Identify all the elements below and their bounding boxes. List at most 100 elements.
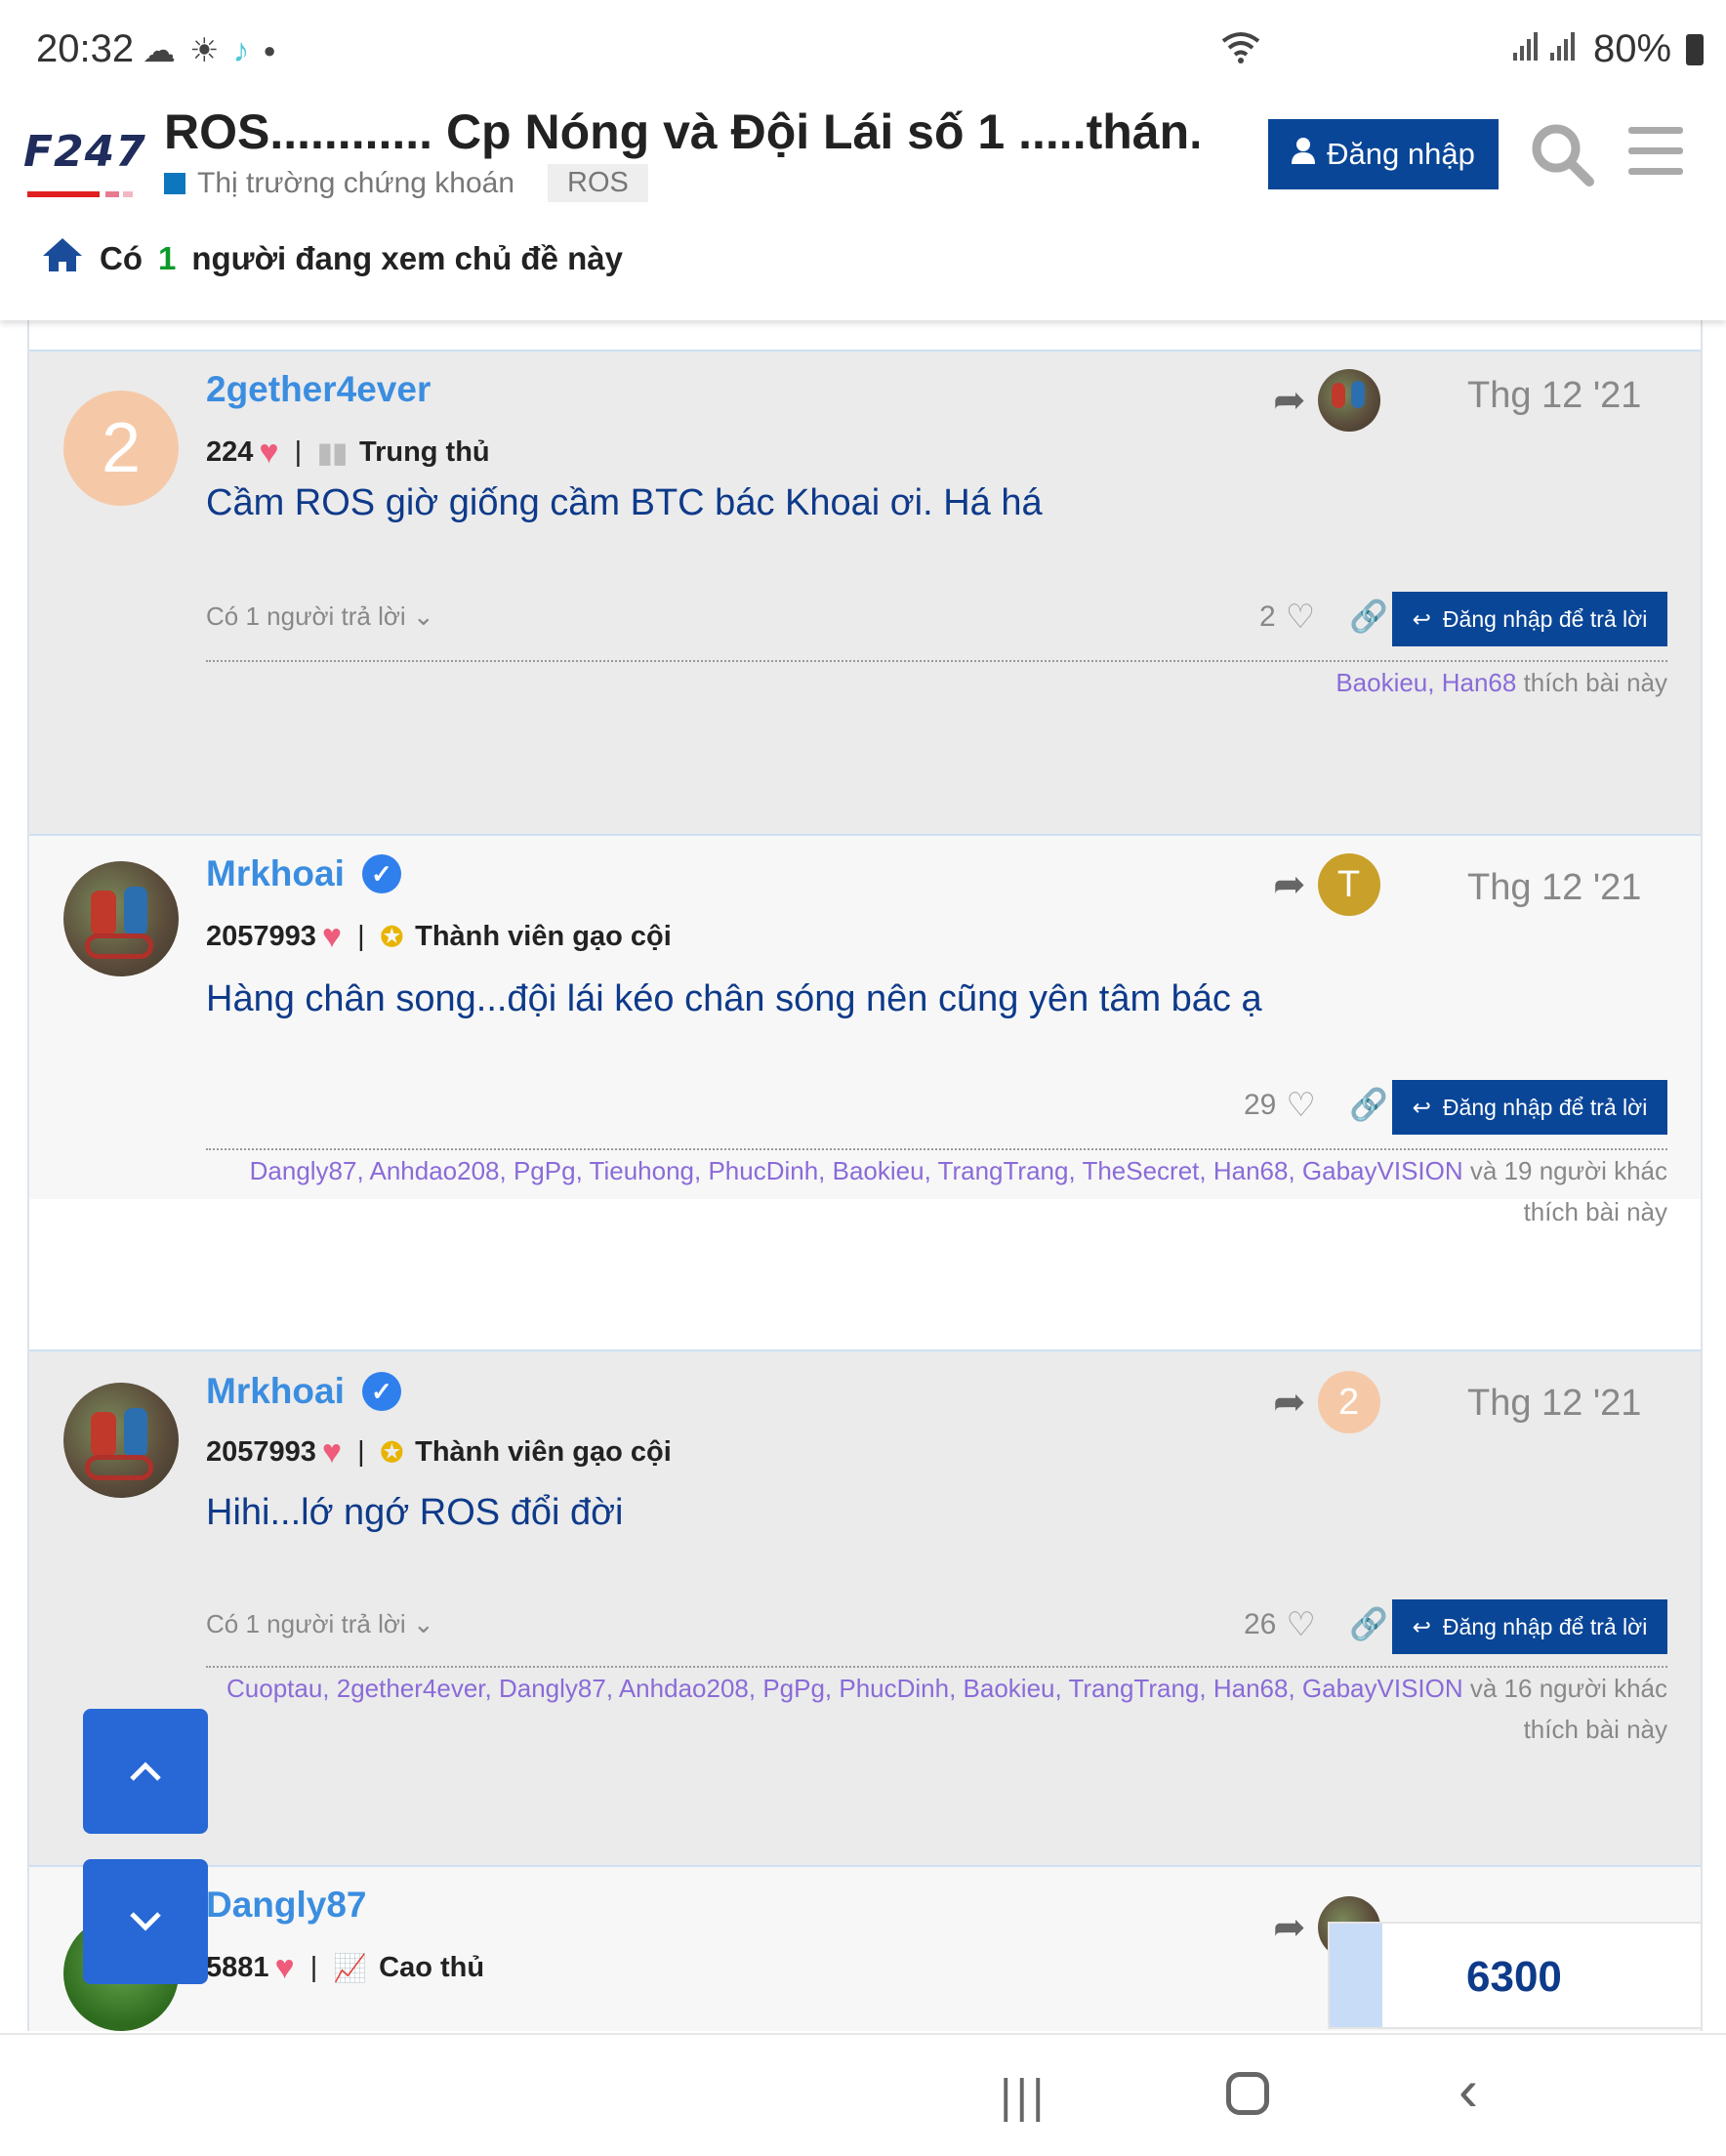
category-link[interactable]: Thị trường chứng khoán [197, 167, 514, 200]
likers-list: Cuoptau, 2gether4ever, Dangly87, Anhdao2… [206, 1668, 1667, 1750]
reply-arrow-icon: ➦ [1273, 1381, 1306, 1424]
post-body: Cầm ROS giờ giống cầm BTC bác Khoai ơi. … [206, 482, 1043, 523]
share-link-icon[interactable]: 🔗 [1349, 598, 1388, 635]
system-nav-bar: ||| ‹ [0, 2033, 1726, 2156]
post-date[interactable]: Thg 12 '21 [1467, 867, 1641, 909]
tiktok-icon: ♪ [232, 31, 250, 69]
heart-icon: ♥ [274, 1949, 295, 1986]
like-button[interactable]: 29 ♡ [1244, 1086, 1316, 1125]
scroll-up-button[interactable] [83, 1709, 208, 1834]
login-to-reply-button[interactable]: ↩ Đăng nhập để trả lời [1392, 592, 1667, 646]
likers-names[interactable]: Dangly87, Anhdao208, PgPg, Tieuhong, Phu… [250, 1156, 1463, 1185]
reply-arrow-icon: ➦ [1273, 863, 1306, 906]
reply-to-avatar [1317, 369, 1380, 432]
user-rank: Thành viên gạo cội [415, 921, 672, 952]
reply-icon: ↩ [1412, 1613, 1431, 1639]
user-meta: 2057993 ♥ | ✪ Thành viên gạo cội [206, 1433, 672, 1471]
viewers-prefix: Có [100, 240, 143, 276]
username[interactable]: Mrkhoai [206, 853, 345, 894]
category-color-badge [164, 172, 185, 194]
likes-received: 5881 [206, 1952, 269, 1983]
likers-list: Baokieu, Han68 thích bài này [206, 662, 1667, 703]
heart-icon: ♥ [259, 434, 279, 471]
likers-suffix: và 16 người khác thích bài này [1462, 1674, 1667, 1744]
weather-icon: ☀ [189, 32, 220, 69]
post: Mrkhoai ✓ 2057993 ♥ | ✪ Thành viên gạo c… [29, 836, 1701, 1226]
likes-received: 2057993 [206, 921, 316, 952]
rank-icon: ▮▮ [317, 437, 348, 468]
heart-outline-icon: ♡ [1286, 1606, 1316, 1643]
login-to-reply-button[interactable]: ↩ Đăng nhập để trả lời [1392, 1599, 1667, 1654]
reply-to-indicator[interactable]: ➦ T [1273, 853, 1380, 916]
avatar[interactable]: 2 [63, 391, 179, 506]
scroll-down-button[interactable] [83, 1859, 208, 1984]
post-body: Hàng chân song...đội lái kéo chân sóng n… [206, 978, 1262, 1019]
chevron-down-icon: ⌄ [412, 1609, 434, 1638]
like-button[interactable]: 2 ♡ [1259, 598, 1315, 637]
post: Mrkhoai ✓ 2057993 ♥ | ✪ Thành viên gạo c… [29, 1349, 1701, 1867]
likes-received: 224 [206, 436, 254, 468]
recent-apps-icon[interactable]: ||| [1000, 2070, 1048, 2124]
wifi-icon [1220, 29, 1261, 73]
post-date[interactable]: Thg 12 '21 [1467, 1383, 1641, 1425]
viewers-suffix: người đang xem chủ đề này [191, 240, 623, 276]
home-icon[interactable] [41, 236, 84, 281]
username[interactable]: 2gether4ever [206, 369, 431, 410]
viewers-notice: Có 1 người đang xem chủ đề này [41, 236, 623, 281]
user-meta: 5881 ♥ | 📈 Cao thủ [206, 1949, 485, 1986]
heart-outline-icon: ♡ [1285, 599, 1316, 636]
dot-icon: ● [263, 38, 276, 62]
site-logo[interactable]: F247 [23, 127, 150, 197]
user-meta: 224 ♥ | ▮▮ Trung thủ [206, 434, 490, 471]
username[interactable]: Mrkhoai [206, 1371, 345, 1412]
award-icon: ✪ [380, 922, 404, 952]
replies-toggle[interactable]: Có 1 người trả lời ⌄ [206, 601, 434, 632]
home-button-icon[interactable] [1226, 2072, 1269, 2115]
progress-count: 6300 [1466, 1953, 1562, 2001]
avatar[interactable] [63, 1383, 179, 1498]
likers-suffix: và 19 người khác thích bài này [1462, 1156, 1667, 1226]
share-link-icon[interactable]: 🔗 [1349, 1605, 1388, 1642]
topic-tag[interactable]: ROS [548, 164, 648, 202]
likes-received: 2057993 [206, 1436, 316, 1468]
status-time: 20:32 [36, 27, 135, 70]
user-meta: 2057993 ♥ | ✪ Thành viên gạo cội [206, 918, 672, 955]
user-rank: Cao thủ [379, 1952, 485, 1983]
likers-names[interactable]: Baokieu, Han68 [1336, 668, 1516, 697]
replies-toggle[interactable]: Có 1 người trả lời ⌄ [206, 1609, 434, 1639]
heart-outline-icon: ♡ [1286, 1087, 1316, 1124]
reply-to-indicator[interactable]: ➦ 2 [1273, 1371, 1380, 1433]
verified-badge-icon: ✓ [361, 1372, 401, 1411]
reply-arrow-icon: ➦ [1273, 379, 1306, 422]
reply-icon: ↩ [1412, 1094, 1431, 1120]
cloud-icon: ☁ [143, 32, 176, 69]
signal-icon [1511, 29, 1580, 71]
likers-names[interactable]: Cuoptau, 2gether4ever, Dangly87, Anhdao2… [226, 1674, 1463, 1703]
topic-progress[interactable]: 6300 [1328, 1922, 1703, 2029]
user-rank: Thành viên gạo cội [415, 1436, 672, 1468]
likers-list: Dangly87, Anhdao208, PgPg, Tieuhong, Phu… [206, 1150, 1667, 1232]
login-button[interactable]: Đăng nhập [1268, 119, 1499, 189]
chevron-down-icon: ⌄ [412, 601, 434, 631]
heart-icon: ♥ [321, 1433, 343, 1471]
post-body: Hihi...lớ ngớ ROS đổi đời [206, 1492, 624, 1533]
reply-to-indicator[interactable]: ➦ [1273, 369, 1380, 432]
back-icon[interactable]: ‹ [1459, 2056, 1478, 2124]
hamburger-menu-icon[interactable] [1628, 127, 1683, 178]
battery-icon [1686, 34, 1705, 65]
user-icon [1292, 137, 1316, 172]
username[interactable]: Dangly87 [206, 1885, 367, 1926]
topic-category-row: Thị trường chứng khoán ROS [164, 164, 648, 202]
battery-level: 80% [1593, 27, 1672, 70]
post-stream: 2 2gether4ever 224 ♥ | ▮▮ Trung thủ ➦ Th… [27, 320, 1703, 2031]
verified-badge-icon: ✓ [361, 854, 401, 893]
topic-title[interactable]: ROS............ Cp Nóng và Đội Lái số 1 … [164, 104, 1199, 160]
viewers-count: 1 [158, 240, 177, 276]
award-icon: ✪ [380, 1437, 404, 1468]
login-to-reply-button[interactable]: ↩ Đăng nhập để trả lời [1392, 1080, 1667, 1135]
share-link-icon[interactable]: 🔗 [1349, 1086, 1388, 1123]
search-icon[interactable] [1529, 121, 1595, 187]
like-button[interactable]: 26 ♡ [1244, 1605, 1316, 1644]
avatar[interactable] [63, 861, 179, 976]
post-date[interactable]: Thg 12 '21 [1467, 375, 1641, 417]
